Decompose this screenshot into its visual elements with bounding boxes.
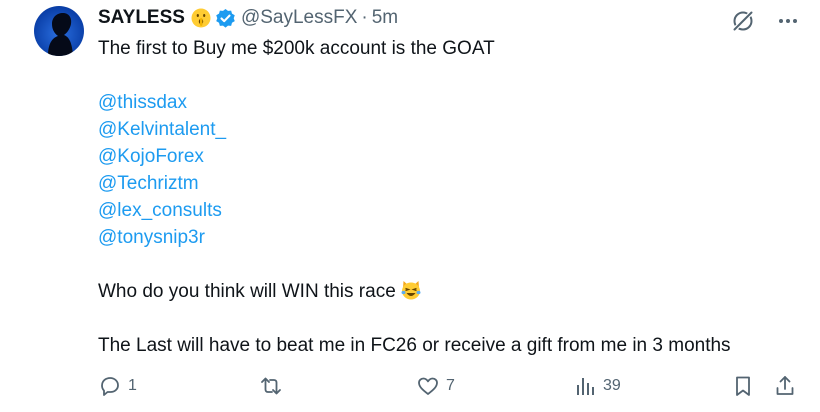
- tweet-actions-bar: 1 7 39: [98, 374, 798, 404]
- tweet-text: The first to Buy me $200k account is the…: [98, 35, 800, 359]
- verified-badge-icon[interactable]: [215, 8, 236, 29]
- views-bar-chart-icon: [577, 378, 594, 395]
- views-button[interactable]: 39: [575, 374, 621, 398]
- mention-link[interactable]: @Kelvintalent_: [98, 116, 800, 143]
- share-button[interactable]: [774, 374, 796, 398]
- tweet-top-actions: [730, 8, 798, 34]
- heart-icon: [418, 377, 438, 395]
- bookmark-icon: [736, 376, 750, 396]
- mention-link[interactable]: @thissdax: [98, 89, 800, 116]
- mention-link[interactable]: @Techriztm: [98, 170, 800, 197]
- views-count: 39: [603, 377, 621, 394]
- post-time[interactable]: 5m: [372, 7, 398, 29]
- tweet-line: The Last will have to beat me in FC26 or…: [98, 335, 731, 356]
- tweet-card[interactable]: SAYLESS @SayLessFX · 5m The first to Buy…: [0, 0, 820, 412]
- like-count: 7: [446, 377, 455, 394]
- tweet-content: SAYLESS @SayLessFX · 5m The first to Buy…: [98, 4, 800, 359]
- avatar-silhouette-icon: [48, 13, 73, 56]
- user-handle[interactable]: @SayLessFX: [241, 7, 357, 29]
- display-name[interactable]: SAYLESS: [98, 7, 185, 29]
- grok-icon[interactable]: [730, 8, 756, 34]
- reply-count: 1: [128, 377, 137, 394]
- avatar[interactable]: [34, 6, 84, 56]
- mention-link[interactable]: @tonysnip3r: [98, 224, 800, 251]
- share-icon: [776, 376, 794, 395]
- tweet-line: Who do you think will WIN this race: [98, 278, 800, 305]
- mention-link[interactable]: @lex_consults: [98, 197, 800, 224]
- tweet-header: SAYLESS @SayLessFX · 5m: [98, 4, 800, 32]
- shushing-face-emoji: [191, 8, 211, 28]
- bookmark-button[interactable]: [732, 374, 754, 398]
- retweet-icon: [261, 377, 281, 395]
- reply-icon: [101, 377, 119, 396]
- retweet-button[interactable]: [258, 374, 290, 398]
- question-text: Who do you think will WIN this race: [98, 281, 396, 302]
- more-options-icon[interactable]: [778, 18, 798, 24]
- mention-link[interactable]: @KojoForex: [98, 143, 800, 170]
- tweet-line: The first to Buy me $200k account is the…: [98, 38, 495, 59]
- like-button[interactable]: 7: [416, 374, 455, 398]
- header-separator: ·: [361, 7, 368, 28]
- reply-button[interactable]: 1: [98, 374, 137, 398]
- laughing-crying-cat-emoji: [401, 281, 421, 300]
